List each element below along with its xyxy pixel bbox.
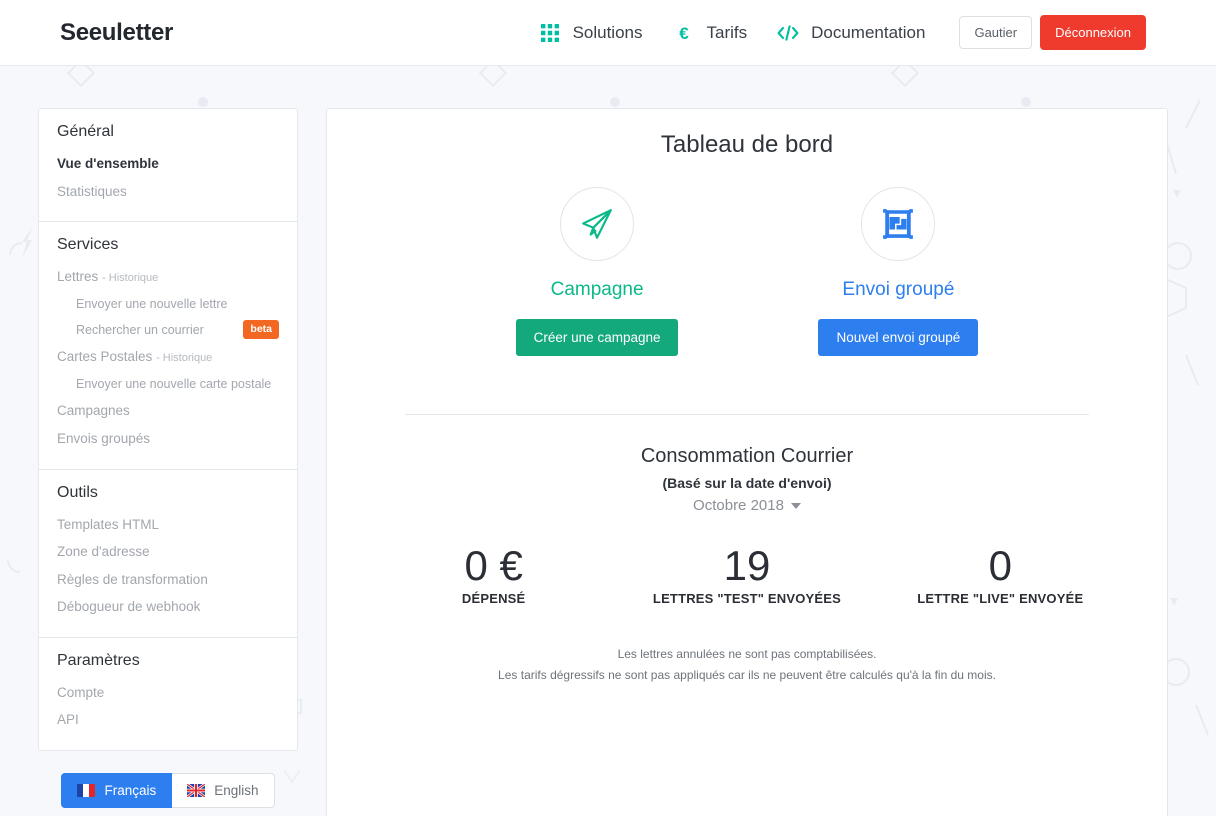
sidebar-item-envoyer-carte-postale[interactable]: Envoyer une nouvelle carte postale [57,371,279,397]
consumption-notes: Les lettres annulées ne sont pas comptab… [367,644,1127,686]
flag-gb-icon [187,783,206,797]
campagne-icon-circle [560,187,635,261]
user-menu-button[interactable]: Gautier [959,16,1033,49]
campagne-label: Campagne [550,279,644,300]
logout-button[interactable]: Déconnexion [1040,15,1146,50]
sidebar-group-services: Services Lettres - Historique Envoyer un… [39,222,297,470]
main-navigation: Solutions € Tarifs Documentation [539,22,925,44]
flag-fr-icon [77,783,96,797]
quick-actions: Campagne Créer une campagne Envoi groupé… [367,187,1127,356]
envoi-groupe-icon-circle [861,187,936,261]
sidebar-group-title: Outils [57,483,98,501]
code-icon [777,22,799,44]
language-label-francais: Français [104,782,157,798]
sidebar-item-label: Lettres [57,269,99,285]
stat-value: 0 [988,542,1012,589]
action-campagne: Campagne Créer une campagne [515,187,679,356]
nav-item-tarifs[interactable]: € Tarifs [673,22,748,44]
new-bulk-send-button[interactable]: Nouvel envoi groupé [818,319,979,356]
stat-depense: 0 € DÉPENSÉ [367,542,620,606]
sidebar-group-general: Général Vue d'ensemble Statistiques [39,109,297,223]
stat-value: 0 € [464,542,523,589]
stat-label: LETTRES "TEST" ENVOYÉES [652,591,842,607]
language-switcher: Français English [38,772,298,808]
section-divider [405,414,1089,415]
consumption-note: Les tarifs dégressifs ne sont pas appliq… [498,668,996,683]
language-label-english: English [214,782,259,798]
consumption-subtitle: (Basé sur la date d'envoi) [662,475,832,491]
language-button-english[interactable]: English [172,772,275,808]
sidebar-item-envoyer-lettre[interactable]: Envoyer une nouvelle lettre [57,291,279,317]
nav-item-documentation[interactable]: Documentation [777,22,925,44]
stat-label: LETTRE "LIVE" ENVOYÉE [917,591,1084,607]
sidebar-item-lettres[interactable]: Lettres - Historique [57,263,279,291]
month-selector[interactable]: Octobre 2018 [367,497,1127,514]
stat-lettres-test: 19 LETTRES "TEST" ENVOYÉES [620,542,873,606]
sidebar-item-note: - Historique [156,352,213,365]
sidebar-item-note: - Historique [102,272,159,285]
nav-label-documentation: Documentation [811,22,926,42]
nav-label-solutions: Solutions [572,22,643,42]
sidebar-item-label: Cartes Postales [57,349,153,365]
sidebar-item-api[interactable]: API [57,706,279,734]
page-body: Général Vue d'ensemble Statistiques Serv… [0,66,1216,816]
stat-label: DÉPENSÉ [461,591,526,607]
sidebar-item-compte[interactable]: Compte [57,679,279,707]
paper-plane-icon [582,209,612,239]
sidebar: Général Vue d'ensemble Statistiques Serv… [38,108,298,816]
action-envoi-groupe: Envoi groupé Nouvel envoi groupé [818,187,979,356]
sidebar-item-cartes-postales[interactable]: Cartes Postales - Historique [57,343,279,371]
sidebar-group-parametres: Paramètres Compte API [39,638,297,750]
sidebar-item-campagnes[interactable]: Campagnes [57,397,279,425]
artboard-icon [883,209,914,239]
sidebar-item-debogueur-webhook[interactable]: Débogueur de webhook [57,593,279,621]
sidebar-item-envois-groupes[interactable]: Envois groupés [57,425,279,453]
sidebar-group-outils: Outils Templates HTML Zone d'adresse Règ… [39,470,297,638]
sidebar-group-title: Services [57,236,119,254]
stat-lettre-live: 0 LETTRE "LIVE" ENVOYÉE [874,542,1127,606]
sidebar-item-regles-transformation[interactable]: Règles de transformation [57,566,279,594]
sidebar-card: Général Vue d'ensemble Statistiques Serv… [38,108,298,751]
sidebar-item-rechercher-courrier[interactable]: Rechercher un courrier beta [57,317,279,343]
language-button-francais[interactable]: Français [61,772,173,808]
grid-icon [539,22,561,44]
page-title: Tableau de bord [660,131,834,158]
sidebar-item-statistiques[interactable]: Statistiques [57,178,279,206]
app-header: Seeuletter Solutions € Tarifs Documentat… [0,0,1216,66]
consumption-stats: 0 € DÉPENSÉ 19 LETTRES "TEST" ENVOYÉES 0… [367,542,1127,606]
stat-value: 19 [723,542,771,589]
euro-icon: € [673,22,695,44]
envoi-groupe-label: Envoi groupé [842,279,955,300]
sidebar-item-templates-html[interactable]: Templates HTML [57,511,279,539]
brand-logo[interactable]: Seeuletter [60,19,173,47]
beta-badge: beta [243,320,279,339]
sidebar-group-title: Paramètres [57,651,140,669]
dashboard-panel: Tableau de bord Campagne Créer une campa… [326,108,1168,816]
create-campaign-button[interactable]: Créer une campagne [515,319,679,356]
nav-item-solutions[interactable]: Solutions [539,22,643,44]
svg-text:€: € [679,24,689,43]
header-actions: Gautier Déconnexion [959,15,1146,50]
sidebar-item-zone-dadresse[interactable]: Zone d'adresse [57,538,279,566]
nav-label-tarifs: Tarifs [706,22,748,42]
month-selector-label: Octobre 2018 [693,497,784,514]
sidebar-group-title: Général [57,123,114,140]
sidebar-item-vue-densemble[interactable]: Vue d'ensemble [57,150,279,178]
sidebar-item-label: Rechercher un courrier [76,323,204,338]
consumption-title: Consommation Courrier [640,445,854,467]
chevron-down-icon [790,502,801,509]
consumption-note: Les lettres annulées ne sont pas comptab… [617,647,877,662]
